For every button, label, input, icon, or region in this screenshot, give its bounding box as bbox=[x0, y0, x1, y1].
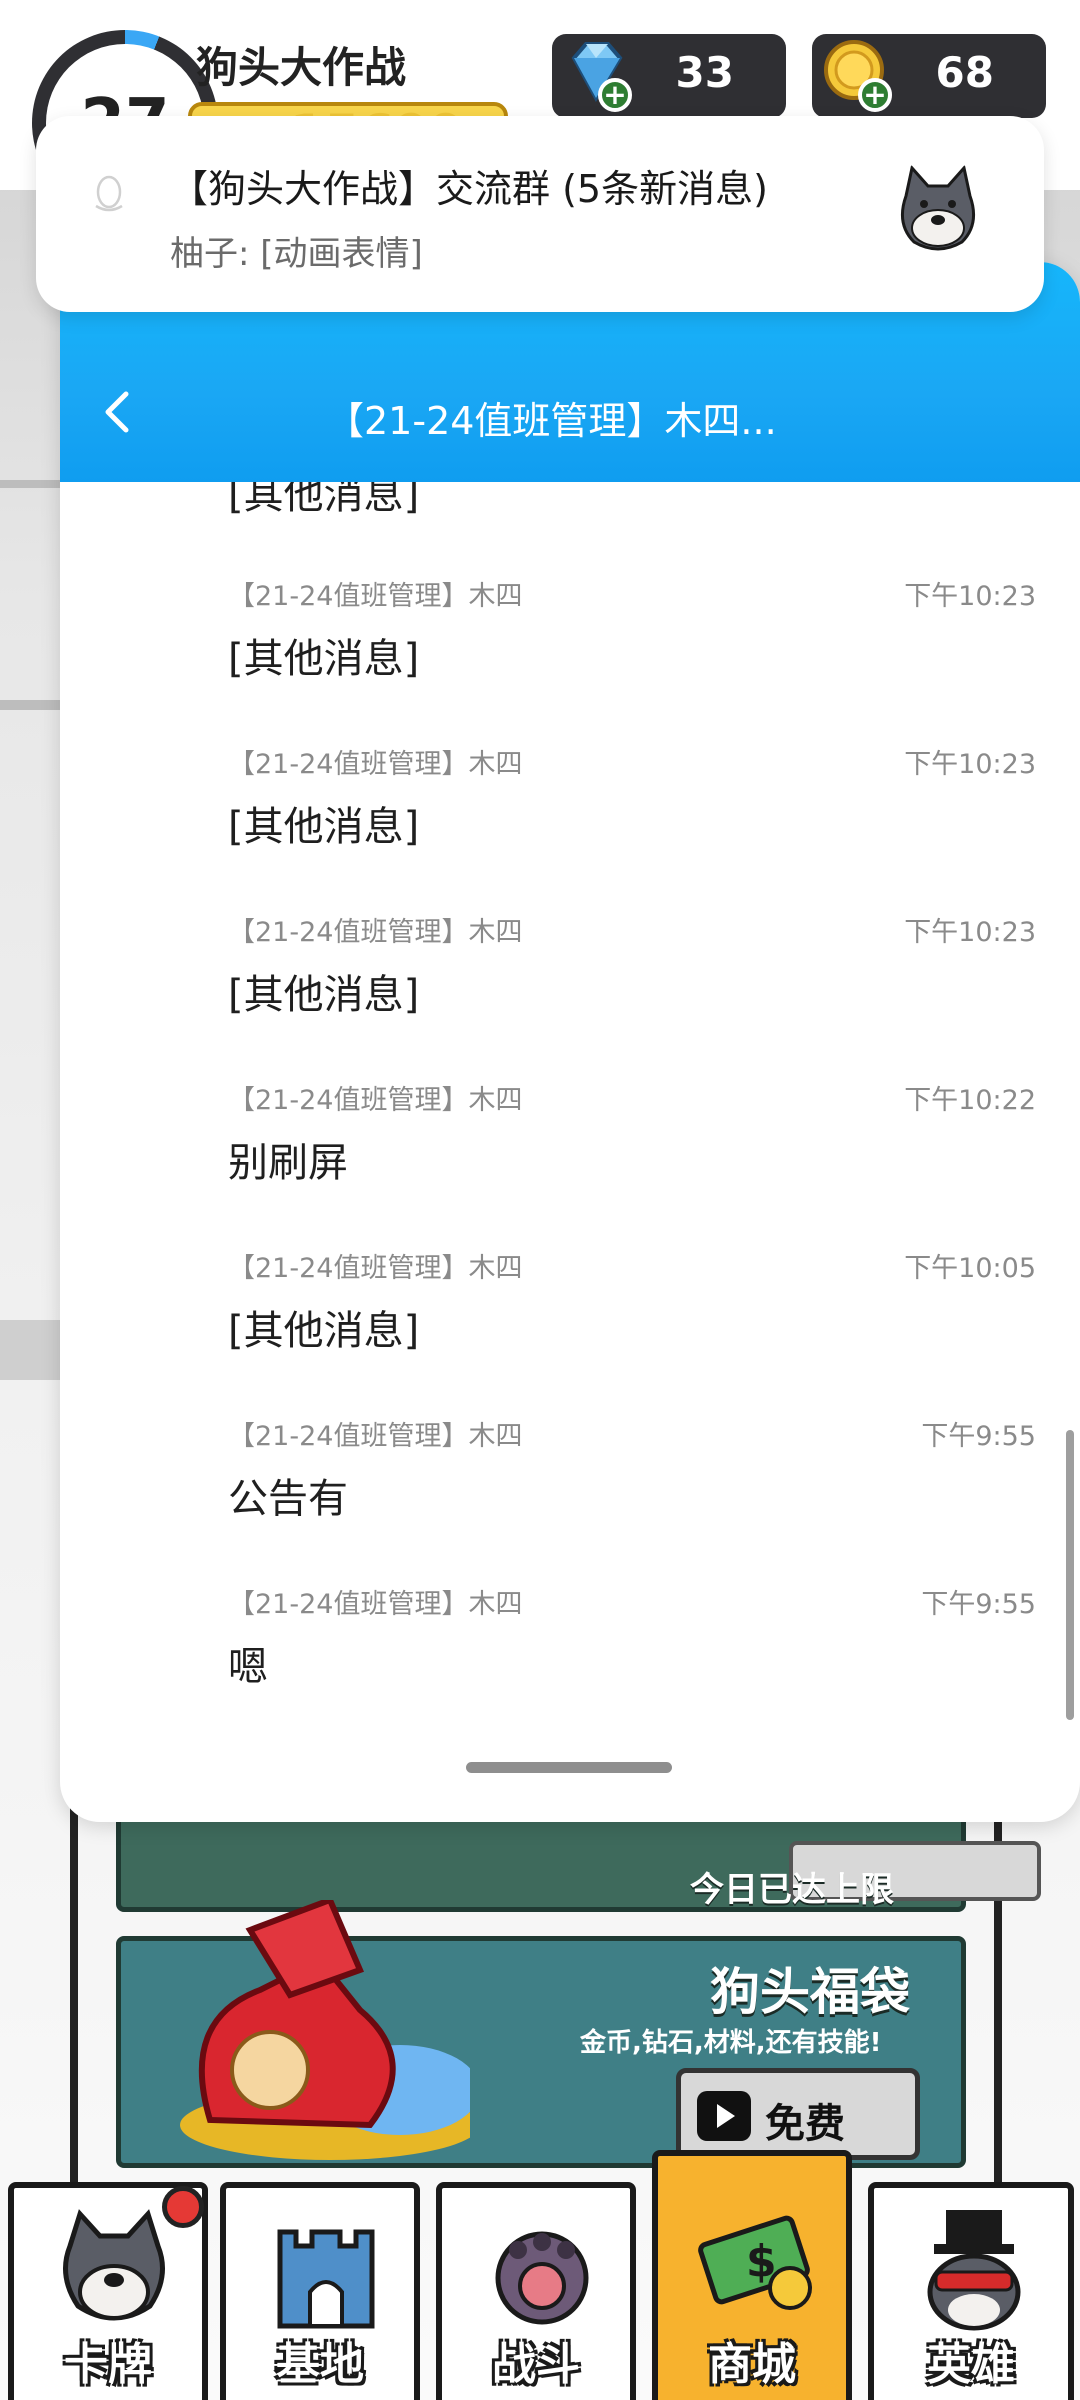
husky-avatar-icon bbox=[888, 158, 988, 258]
tab-hero[interactable]: 英雄 bbox=[868, 2182, 1074, 2400]
tab-hero-label: 英雄 bbox=[927, 2339, 1015, 2390]
chat-panel: 【21-24值班管理】木四... [其他消息] 【21-24值班管理】木四 下午… bbox=[60, 262, 1080, 1822]
message-list[interactable]: [其他消息] 【21-24值班管理】木四 下午10:23 [其他消息] 【21-… bbox=[60, 482, 1080, 1822]
message-time: 下午10:23 bbox=[904, 917, 1036, 948]
money-icon: $ bbox=[698, 2215, 812, 2310]
message-time: 下午9:55 bbox=[921, 1421, 1036, 1452]
message-sender: 【21-24值班管理】木四 bbox=[228, 1421, 523, 1452]
list-item[interactable]: 【21-24值班管理】木四 下午10:05 [其他消息] bbox=[60, 1246, 1080, 1414]
notification-body: 柚子: [动画表情] bbox=[170, 234, 423, 274]
message-sender: 【21-24值班管理】木四 bbox=[228, 1085, 523, 1116]
wall-line bbox=[0, 700, 60, 710]
notification-banner[interactable]: 【狗头大作战】交流群 (5条新消息) 柚子: [动画表情] bbox=[36, 116, 1044, 312]
list-item[interactable]: 【21-24值班管理】木四 下午10:22 别刷屏 bbox=[60, 1078, 1080, 1246]
tab-shop[interactable]: $ 商城 bbox=[652, 2150, 852, 2400]
back-arrow-icon[interactable] bbox=[88, 382, 148, 442]
message-content: [其他消息] bbox=[228, 482, 420, 518]
home-indicator[interactable] bbox=[466, 1762, 672, 1773]
banner-limit-text: 今日已达上限 bbox=[690, 1870, 894, 1910]
free-button[interactable]: 免费 bbox=[676, 2068, 920, 2160]
video-play-icon bbox=[697, 2091, 751, 2141]
coin-counter[interactable]: + 68 bbox=[812, 34, 1046, 118]
tab-shop-label: 商城 bbox=[708, 2339, 796, 2390]
wall-line bbox=[0, 480, 60, 488]
message-content: [其他消息] bbox=[228, 804, 420, 850]
notification-dot bbox=[162, 2186, 204, 2228]
message-content: 嗯 bbox=[228, 1644, 268, 1690]
hero-husky-icon bbox=[927, 2210, 1021, 2331]
lucky-bag-icon bbox=[180, 1900, 470, 2160]
message-time: 下午10:22 bbox=[904, 1085, 1036, 1116]
chat-title: 【21-24值班管理】木四... bbox=[326, 399, 777, 443]
message-time: 下午10:23 bbox=[904, 749, 1036, 780]
husky-card-icon bbox=[63, 2209, 165, 2321]
scrollbar[interactable] bbox=[1066, 1430, 1074, 1720]
diamond-count: 33 bbox=[675, 48, 734, 97]
list-item[interactable]: 【21-24值班管理】木四 下午9:55 公告有 bbox=[60, 1414, 1080, 1582]
lucky-bag-title: 狗头福袋 bbox=[710, 1963, 910, 2021]
paw-icon bbox=[495, 2231, 589, 2325]
add-diamond-icon[interactable]: + bbox=[598, 78, 632, 112]
message-time: 下午10:05 bbox=[904, 1253, 1036, 1284]
list-item[interactable]: 【21-24值班管理】木四 下午9:55 嗯 bbox=[60, 1582, 1080, 1750]
message-content: 公告有 bbox=[228, 1476, 348, 1522]
notification-title: 【狗头大作战】交流群 (5条新消息) bbox=[170, 167, 768, 211]
qq-penguin-icon bbox=[95, 175, 123, 212]
message-time: 下午10:23 bbox=[904, 581, 1036, 612]
message-sender: 【21-24值班管理】木四 bbox=[228, 581, 523, 612]
list-item[interactable]: 【21-24值班管理】木四 下午10:23 [其他消息] bbox=[60, 742, 1080, 910]
message-content: 别刷屏 bbox=[228, 1140, 348, 1186]
game-title: 狗头大作战 bbox=[196, 43, 407, 92]
message-sender: 【21-24值班管理】木四 bbox=[228, 917, 523, 948]
wall-block bbox=[0, 1320, 60, 1380]
castle-icon bbox=[277, 2229, 375, 2329]
free-button-label: 免费 bbox=[765, 2101, 845, 2147]
message-sender: 【21-24值班管理】木四 bbox=[228, 749, 523, 780]
tab-cards-label: 卡牌 bbox=[64, 2339, 152, 2390]
diamond-counter[interactable]: + 33 bbox=[552, 34, 786, 118]
wall-line bbox=[70, 1790, 78, 2190]
lucky-bag-subtitle: 金币,钻石,材料,还有技能! bbox=[580, 2028, 882, 2058]
tab-base[interactable]: 基地 bbox=[220, 2182, 420, 2400]
tab-base-label: 基地 bbox=[276, 2339, 364, 2390]
list-item[interactable]: 【21-24值班管理】木四 下午10:23 [其他消息] bbox=[60, 910, 1080, 1078]
add-coin-icon[interactable]: + bbox=[858, 78, 892, 112]
coin-count: 68 bbox=[935, 48, 994, 97]
message-sender: 【21-24值班管理】木四 bbox=[228, 1253, 523, 1284]
message-sender: 【21-24值班管理】木四 bbox=[228, 1589, 523, 1620]
tab-battle-label: 战斗 bbox=[492, 2339, 580, 2390]
tab-battle[interactable]: 战斗 bbox=[436, 2182, 636, 2400]
message-time: 下午9:55 bbox=[921, 1589, 1036, 1620]
message-content: [其他消息] bbox=[228, 1308, 420, 1354]
message-content: [其他消息] bbox=[228, 636, 420, 682]
list-item[interactable]: 【21-24值班管理】木四 下午10:23 [其他消息] bbox=[60, 574, 1080, 742]
message-content: [其他消息] bbox=[228, 972, 420, 1018]
